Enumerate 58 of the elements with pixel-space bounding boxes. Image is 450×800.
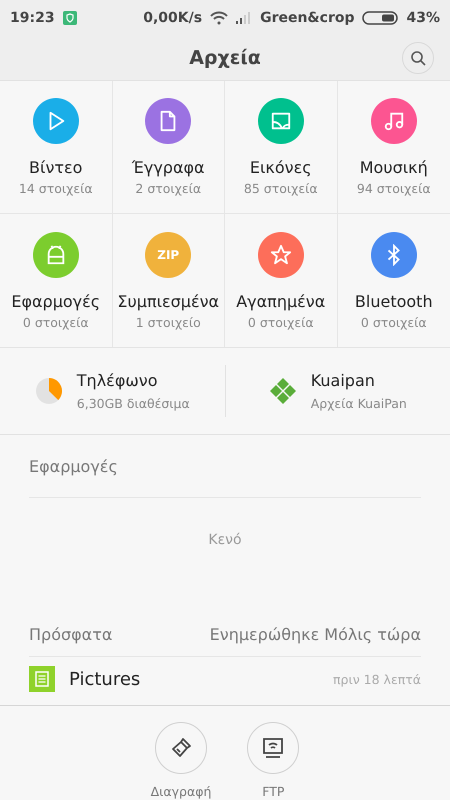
category-name: Βίντεο [29, 158, 82, 177]
category-name: Μουσική [360, 158, 428, 177]
shield-icon [62, 11, 77, 25]
category-name: Συμπιεσμένα [117, 292, 220, 310]
item-count: 1 στοιχείο [136, 314, 201, 330]
search-icon [410, 50, 426, 66]
category-name: Έγγραφα [132, 158, 205, 177]
item-count: 0 στοιχεία [360, 314, 427, 330]
carrier-name: Green&crop [260, 10, 354, 26]
category-tile[interactable]: Αγαπημένα 0 στοιχεία [225, 214, 338, 347]
monitor-wifi-icon [261, 736, 286, 760]
action-label: FTP [262, 784, 284, 799]
network-speed: 0,00K/s [143, 10, 202, 26]
category-tile[interactable]: Βίντεο 14 στοιχεία [0, 81, 112, 214]
empty-text: Κενό [207, 531, 243, 550]
section-title: Εφαρμογές [29, 456, 118, 476]
clock: 19:23 [10, 10, 55, 26]
image-icon [270, 110, 292, 132]
battery-icon [362, 11, 398, 25]
page-title: Αρχεία [189, 47, 261, 69]
folder-file-icon [29, 666, 55, 692]
category-name: Αγαπημένα [236, 292, 326, 310]
storage-name: Kuaipan [310, 371, 375, 390]
section-title: Πρόσφατα [29, 624, 112, 644]
clean-button[interactable] [154, 722, 207, 774]
category-name: Εικόνες [250, 158, 312, 177]
music-note-icon [382, 110, 405, 132]
storage-detail: Αρχεία KuaiPan [310, 396, 407, 411]
ftp-button[interactable] [247, 722, 300, 774]
signal-icon [236, 12, 252, 24]
diamond-tiles-icon [268, 377, 297, 405]
category-tile[interactable]: Εφαρμογές 0 στοιχεία [0, 214, 112, 347]
item-count: 0 στοιχεία [22, 314, 89, 330]
search-button[interactable] [402, 42, 434, 74]
action-label: Διαγραφή [150, 784, 212, 799]
category-tile[interactable]: Έγγραφα 2 στοιχεία [112, 81, 225, 214]
item-count: 2 στοιχεία [135, 181, 202, 196]
wifi-icon [210, 11, 228, 25]
update-status: Ενημερώθηκε Μόλις τώρα [210, 624, 421, 644]
category-tile[interactable]: Εικόνες 85 στοιχεία [225, 81, 338, 214]
category-tile[interactable]: Bluetooth 0 στοιχεία [338, 214, 450, 347]
star-icon [270, 244, 292, 266]
item-count: 85 στοιχεία [244, 181, 318, 196]
item-count: 94 στοιχεία [356, 181, 431, 196]
category-tile[interactable]: Μουσική 94 στοιχεία [338, 81, 450, 214]
storage-entry[interactable]: Kuaipan Αρχεία KuaiPan [226, 348, 450, 434]
item-count: 0 στοιχεία [248, 314, 314, 330]
storage-name: Τηλέφωνο [76, 371, 158, 390]
recent-item[interactable]: Pictures πριν 18 λεπτά [29, 657, 421, 701]
category-name: Εφαρμογές [11, 292, 100, 310]
battery-percent: 43% [406, 10, 440, 26]
storage-entry[interactable]: Τηλέφωνο 6,30GB διαθέσιμα [0, 348, 224, 434]
storage-pie-icon [34, 377, 63, 405]
item-count: 14 στοιχεία [18, 181, 93, 196]
category-name: Bluetooth [354, 292, 433, 310]
category-tile[interactable]: ZIP Συμπιεσμένα 1 στοιχείο [112, 214, 225, 347]
storage-detail: 6,30GB διαθέσιμα [76, 396, 190, 411]
zip-label: ZIP [157, 248, 180, 262]
